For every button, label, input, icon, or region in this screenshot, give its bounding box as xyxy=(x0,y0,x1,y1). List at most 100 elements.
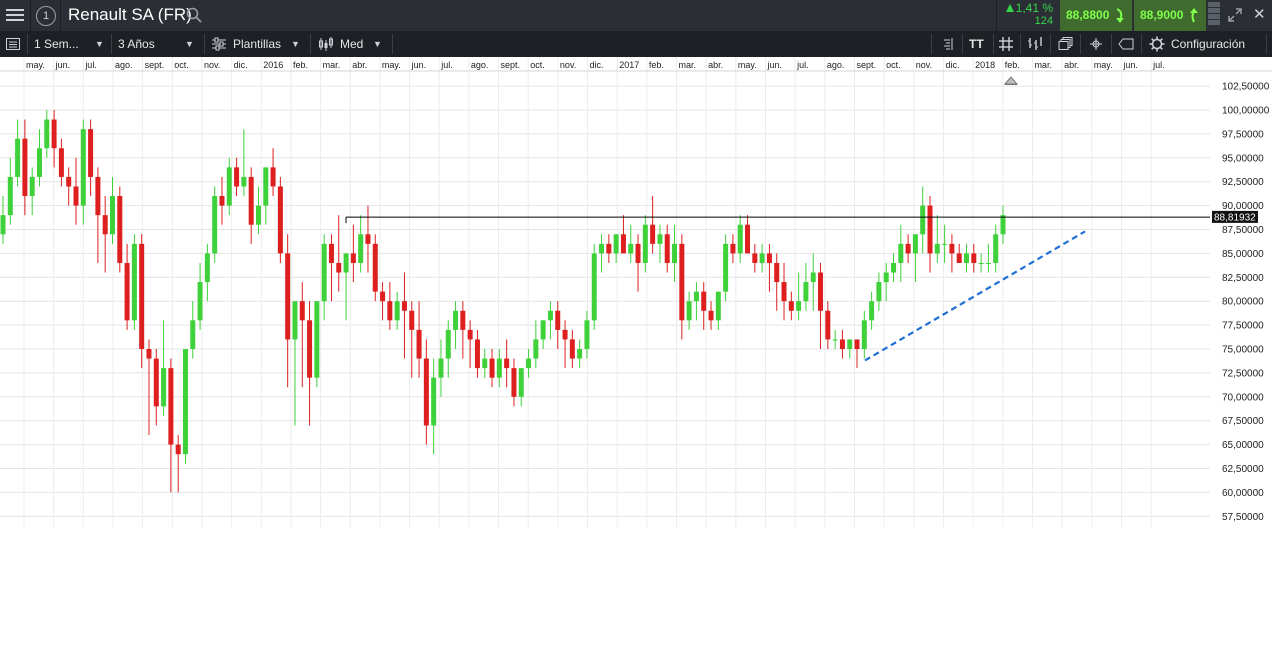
price-axis: 102,50000 100,00000 97,50000 95,00000 92,500… xyxy=(1212,82,1270,523)
sidebar-icon[interactable] xyxy=(5,36,21,52)
candle-body xyxy=(168,368,174,445)
time-tick-label: nov. xyxy=(916,60,932,70)
candle-body xyxy=(577,349,583,359)
candle-body xyxy=(7,176,13,216)
candle-body xyxy=(431,377,437,426)
market-depth-icon[interactable] xyxy=(1208,2,1220,29)
instrument-title[interactable]: Renault SA (FR) xyxy=(68,5,192,25)
candle-body xyxy=(482,358,488,369)
candle-body xyxy=(664,234,670,263)
price-tick-label: 100,00000 xyxy=(1222,106,1270,117)
candle-body xyxy=(569,339,575,359)
time-tick-label: may. xyxy=(26,60,45,70)
arrow-up-icon xyxy=(1190,8,1198,23)
time-tick-label: jul. xyxy=(440,60,453,70)
price-chart[interactable]: may. jun. jul. ago. sept. oct. nov. dic. 2016 feb… xyxy=(0,57,1272,529)
chart-style-dropdown[interactable]: Med xyxy=(340,35,363,53)
text-icon[interactable]: TT xyxy=(969,35,984,53)
price-tick-label: 80,00000 xyxy=(1222,297,1264,308)
time-tick-label: oct. xyxy=(174,60,189,70)
candle-body xyxy=(599,243,605,254)
layers-icon[interactable] xyxy=(1058,36,1074,52)
tag-icon[interactable] xyxy=(1118,36,1134,52)
sell-button[interactable]: 88,8800 xyxy=(1060,0,1132,31)
time-tick-label: sept. xyxy=(145,60,165,70)
candle-body xyxy=(1000,215,1006,235)
candle-body xyxy=(474,339,480,369)
candle-body xyxy=(591,253,597,321)
candle-body xyxy=(803,282,809,302)
candle-body xyxy=(328,243,334,263)
price-tick-label: 85,00000 xyxy=(1222,249,1264,260)
divider xyxy=(204,34,205,54)
candle-body xyxy=(80,129,86,206)
candle-body xyxy=(533,339,539,359)
candle-body xyxy=(796,301,802,311)
time-tick-label: may. xyxy=(1094,60,1113,70)
time-tick-label: feb. xyxy=(649,60,664,70)
change-percent: 1,41 % xyxy=(1015,1,1053,15)
time-tick-label: feb. xyxy=(293,60,308,70)
time-tick-label: ago. xyxy=(471,60,489,70)
expand-icon[interactable] xyxy=(1227,7,1243,23)
candle-body xyxy=(956,253,962,263)
gear-icon[interactable] xyxy=(1149,36,1165,52)
candle-body xyxy=(628,243,634,254)
time-tick-label: sept. xyxy=(501,60,521,70)
candle-body xyxy=(336,262,342,273)
candle-body xyxy=(745,224,751,254)
candle-body xyxy=(672,243,678,263)
bars-icon[interactable] xyxy=(1027,36,1043,52)
grid-icon[interactable] xyxy=(998,36,1014,52)
crosshair-icon[interactable] xyxy=(1088,36,1104,52)
templates-dropdown[interactable]: Plantillas xyxy=(233,35,281,53)
close-icon[interactable]: ✕ xyxy=(1253,7,1267,23)
menu-icon[interactable] xyxy=(4,6,26,24)
candle-body xyxy=(701,291,707,311)
price-tick-label: 90,00000 xyxy=(1222,201,1264,212)
divider xyxy=(1141,34,1142,54)
candle-body xyxy=(153,358,159,407)
candle-body xyxy=(584,320,590,349)
templates-icon[interactable] xyxy=(211,36,227,52)
candle-body xyxy=(752,253,758,263)
price-tick-label: 92,50000 xyxy=(1222,177,1264,188)
divider xyxy=(993,34,994,54)
search-icon[interactable] xyxy=(186,7,202,23)
price-tick-label: 77,50000 xyxy=(1222,321,1264,332)
indent-icon[interactable] xyxy=(940,36,956,52)
time-tick-label: abr. xyxy=(1064,60,1079,70)
time-tick-label: sept. xyxy=(856,60,876,70)
divider xyxy=(1020,34,1021,54)
candle-body xyxy=(358,234,364,263)
time-marker-base xyxy=(1005,84,1017,85)
candle-body xyxy=(314,301,320,378)
candles-icon[interactable] xyxy=(318,36,334,52)
candle-body xyxy=(891,262,897,273)
candle-body xyxy=(44,119,50,149)
price-tick-label: 82,50000 xyxy=(1222,273,1264,284)
candle-body xyxy=(934,243,940,254)
candle-body xyxy=(204,253,210,283)
candle-body xyxy=(788,301,794,311)
range-dropdown[interactable]: 3 Años xyxy=(118,35,155,53)
candle-body xyxy=(131,243,137,321)
price-tick-label: 70,00000 xyxy=(1222,392,1264,403)
buy-button[interactable]: 88,9000 xyxy=(1134,0,1206,31)
candle-body xyxy=(0,215,6,235)
candle-body xyxy=(825,310,831,340)
candle-body xyxy=(343,253,349,273)
arrow-down-icon xyxy=(1116,8,1124,23)
current-price-label: 88,81932 xyxy=(1214,212,1256,223)
info-icon[interactable]: 1 xyxy=(36,6,56,26)
interval-dropdown[interactable]: 1 Sem... xyxy=(34,35,79,53)
candle-body xyxy=(109,196,115,235)
candle-body xyxy=(124,262,130,321)
candle-body xyxy=(182,349,188,455)
candle-body xyxy=(730,243,736,254)
candle-body xyxy=(117,196,123,263)
time-tick-label: jun. xyxy=(1122,60,1138,70)
settings-button[interactable]: Configuración xyxy=(1171,35,1245,53)
candle-body xyxy=(73,186,79,206)
chevron-down-icon: ▼ xyxy=(185,39,194,49)
